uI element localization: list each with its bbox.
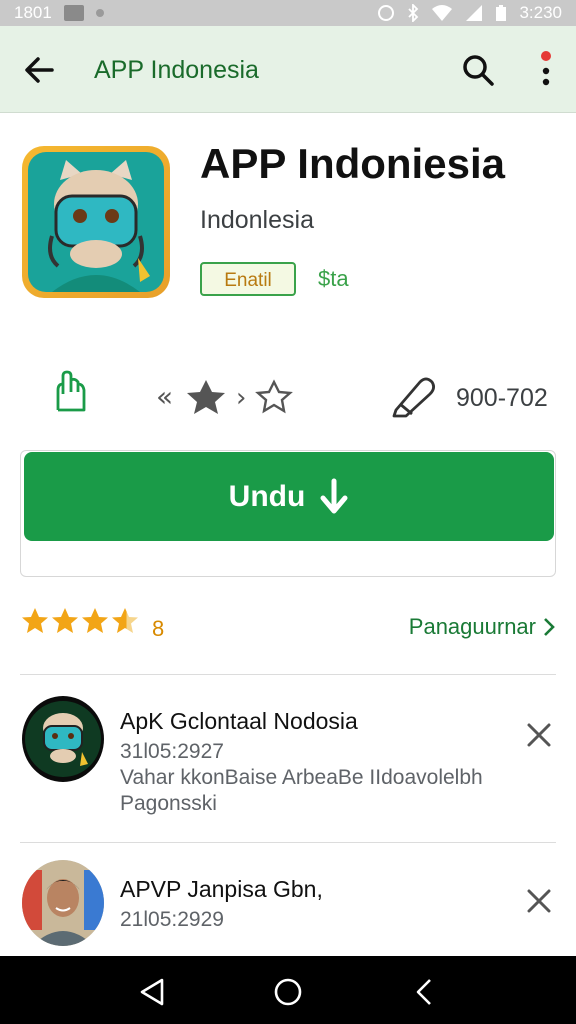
battery-icon bbox=[496, 5, 507, 21]
svg-text:«: « bbox=[156, 380, 173, 413]
bluetooth-icon bbox=[408, 4, 419, 22]
app-name: APP Indoniesia bbox=[200, 140, 505, 187]
reviews-link[interactable]: Panaguurnar bbox=[409, 614, 556, 640]
app-bar: APP Indonesia bbox=[0, 26, 576, 113]
hand-touch-icon bbox=[56, 370, 86, 412]
close-icon[interactable] bbox=[524, 720, 554, 750]
half-star-icon bbox=[112, 608, 138, 633]
system-nav-bar bbox=[0, 956, 576, 1024]
review-text: Vahar kkonBaise ArbeaBe IIdoavolelbh bbox=[120, 766, 483, 789]
recents-chevron-icon[interactable] bbox=[406, 974, 442, 1010]
install-button[interactable]: Undu bbox=[24, 452, 554, 541]
app-bar-title: APP Indonesia bbox=[94, 56, 259, 84]
download-count: 900-702 bbox=[456, 384, 548, 412]
install-button-label: Undu bbox=[228, 479, 306, 513]
price-label: $ta bbox=[318, 266, 349, 291]
signal-icon bbox=[466, 5, 483, 21]
back-triangle-icon[interactable] bbox=[134, 974, 170, 1010]
star-icon bbox=[82, 608, 108, 633]
status-bar: 1801 3:230 bbox=[0, 0, 576, 26]
review-text-continued: Pagonsski bbox=[120, 792, 217, 815]
content-badge: Enatil bbox=[200, 262, 296, 296]
review-date: 31l05:2927 bbox=[120, 740, 224, 763]
notification-dot-icon bbox=[95, 9, 104, 17]
star-icon bbox=[52, 608, 78, 633]
svg-text:›: › bbox=[236, 383, 246, 413]
rating-stars bbox=[20, 606, 140, 636]
developer-name[interactable]: Indonlesia bbox=[200, 206, 314, 235]
app-icon bbox=[22, 146, 170, 298]
avatar bbox=[22, 696, 104, 782]
rating-row: 8 Panaguurnar bbox=[20, 606, 556, 652]
meta-row: « › 900-702 bbox=[0, 370, 576, 426]
divider bbox=[20, 842, 556, 843]
status-time-right: 3:230 bbox=[519, 3, 562, 22]
home-circle-icon[interactable] bbox=[270, 974, 306, 1010]
edit-pencil-icon bbox=[392, 377, 435, 418]
alarm-icon bbox=[378, 5, 395, 21]
notification-icon bbox=[63, 5, 84, 21]
rating-value: 8 bbox=[152, 616, 165, 641]
review-title: ApK Gclontaal Nodosia bbox=[120, 708, 358, 734]
rating-stars-icon: « › bbox=[156, 379, 293, 414]
reviews-link-label: Panaguurnar bbox=[408, 614, 536, 639]
star-icon bbox=[22, 608, 48, 633]
chevron-right-icon bbox=[544, 618, 555, 636]
download-arrow-icon bbox=[320, 478, 348, 513]
search-icon[interactable] bbox=[458, 50, 498, 90]
wifi-icon bbox=[432, 5, 453, 21]
close-icon[interactable] bbox=[524, 886, 554, 916]
review-date: 21l05:2929 bbox=[120, 908, 224, 931]
divider bbox=[20, 674, 556, 675]
back-arrow-icon[interactable] bbox=[20, 50, 60, 90]
more-options-icon[interactable] bbox=[532, 50, 560, 90]
avatar bbox=[22, 860, 104, 946]
status-time-left: 1801 bbox=[14, 3, 52, 22]
review-title: APVP Janpisa Gbn, bbox=[120, 876, 323, 902]
